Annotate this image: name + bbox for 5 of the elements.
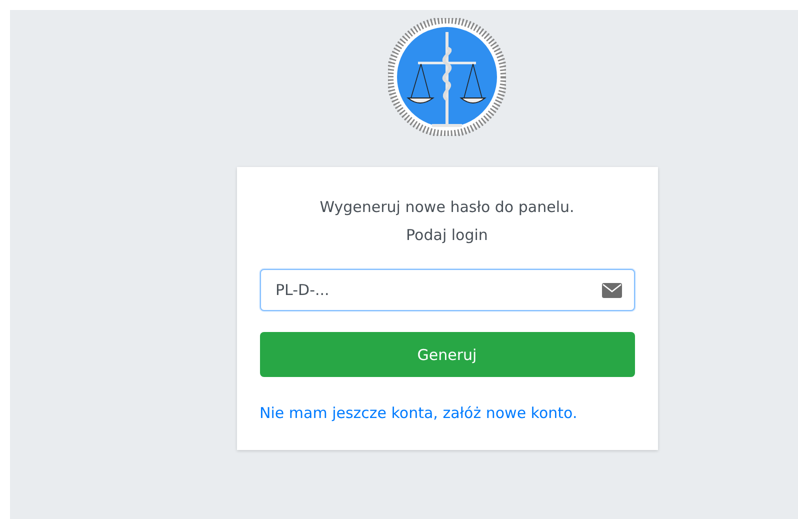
instruction-text: Podaj login: [405, 225, 489, 246]
generate-button[interactable]: Generuj: [260, 332, 634, 377]
register-link[interactable]: Nie mam jeszcze konta, załóż nowe konto.: [260, 404, 578, 422]
instruction-text: Wygeneruj nowe hasło do panelu.: [318, 197, 576, 218]
login-field[interactable]: PL-D-...: [260, 269, 634, 311]
